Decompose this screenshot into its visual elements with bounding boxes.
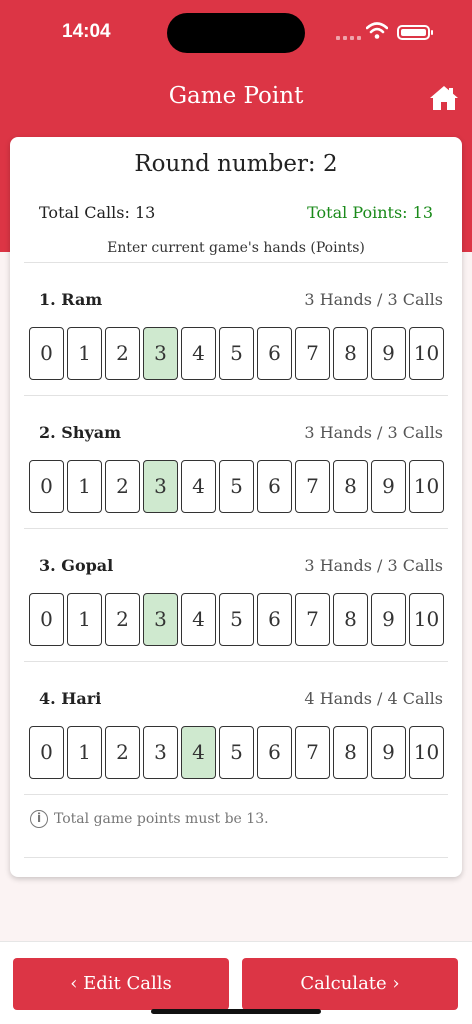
hands-option-2[interactable]: 2 [105,726,140,779]
divider [24,262,448,263]
hands-option-5[interactable]: 5 [219,460,254,513]
hands-option-6[interactable]: 6 [257,726,292,779]
player-hands-calls: 3 Hands / 3 Calls [304,423,443,442]
status-time: 14:04 [62,21,111,42]
divider [24,857,448,858]
hands-option-6[interactable]: 6 [257,593,292,646]
hands-option-9[interactable]: 9 [371,460,406,513]
divider [24,528,448,529]
hands-option-3[interactable]: 3 [143,593,178,646]
hands-option-4[interactable]: 4 [181,593,216,646]
calculate-button[interactable]: Calculate › [242,958,458,1010]
hands-option-6[interactable]: 6 [257,460,292,513]
dynamic-island [167,13,305,53]
status-bar: 14:04 [0,0,472,64]
total-calls: Total Calls: 13 [39,203,156,222]
hands-option-9[interactable]: 9 [371,726,406,779]
hands-option-0[interactable]: 0 [29,726,64,779]
hands-option-1[interactable]: 1 [67,460,102,513]
home-indicator [151,1009,321,1014]
player-name: 3. Gopal [39,556,114,575]
round-number: Round number: 2 [134,151,338,177]
hands-selector: 0 1 2 3 4 5 6 7 8 9 10 [29,327,444,380]
hands-option-4[interactable]: 4 [181,460,216,513]
edit-calls-button[interactable]: ‹ Edit Calls [13,958,229,1010]
battery-icon [397,25,433,40]
hands-option-4[interactable]: 4 [181,327,216,380]
wifi-icon [366,22,388,39]
hands-option-8[interactable]: 8 [333,327,368,380]
instruction-text: Enter current game's hands (Points) [107,240,365,256]
hands-option-8[interactable]: 8 [333,726,368,779]
hands-option-0[interactable]: 0 [29,460,64,513]
info-icon: i [30,810,48,828]
validation-note: i Total game points must be 13. [30,810,269,828]
player-name: 2. Shyam [39,423,122,442]
hands-option-3[interactable]: 3 [143,726,178,779]
hands-option-2[interactable]: 2 [105,327,140,380]
divider [24,794,448,795]
note-text: Total game points must be 13. [54,811,269,827]
hands-option-0[interactable]: 0 [29,327,64,380]
home-icon[interactable] [429,85,459,111]
hands-selector: 0 1 2 3 4 5 6 7 8 9 10 [29,460,444,513]
hands-option-9[interactable]: 9 [371,327,406,380]
round-card: Round number: 2 Total Calls: 13 Total Po… [10,137,462,877]
hands-option-9[interactable]: 9 [371,593,406,646]
hands-option-1[interactable]: 1 [67,593,102,646]
player-hands-calls: 3 Hands / 3 Calls [304,290,443,309]
signal-icon [336,36,361,40]
hands-option-10[interactable]: 10 [409,726,444,779]
hands-option-2[interactable]: 2 [105,460,140,513]
hands-option-5[interactable]: 5 [219,726,254,779]
divider [24,661,448,662]
hands-option-8[interactable]: 8 [333,460,368,513]
hands-option-6[interactable]: 6 [257,327,292,380]
player-name: 1. Ram [39,290,103,309]
player-hands-calls: 3 Hands / 3 Calls [304,556,443,575]
hands-option-3[interactable]: 3 [143,327,178,380]
hands-option-0[interactable]: 0 [29,593,64,646]
hands-option-10[interactable]: 10 [409,460,444,513]
hands-option-2[interactable]: 2 [105,593,140,646]
hands-option-3[interactable]: 3 [143,460,178,513]
divider [24,395,448,396]
hands-option-4[interactable]: 4 [181,726,216,779]
hands-option-8[interactable]: 8 [333,593,368,646]
player-hands-calls: 4 Hands / 4 Calls [304,689,443,708]
hands-selector: 0 1 2 3 4 5 6 7 8 9 10 [29,726,444,779]
hands-option-1[interactable]: 1 [67,327,102,380]
hands-option-1[interactable]: 1 [67,726,102,779]
hands-option-7[interactable]: 7 [295,327,330,380]
total-points: Total Points: 13 [307,203,433,222]
hands-option-10[interactable]: 10 [409,327,444,380]
hands-option-7[interactable]: 7 [295,726,330,779]
player-name: 4. Hari [39,689,102,708]
hands-option-7[interactable]: 7 [295,593,330,646]
app-title: Game Point [168,83,304,109]
hands-option-5[interactable]: 5 [219,327,254,380]
hands-option-5[interactable]: 5 [219,593,254,646]
hands-option-7[interactable]: 7 [295,460,330,513]
hands-selector: 0 1 2 3 4 5 6 7 8 9 10 [29,593,444,646]
hands-option-10[interactable]: 10 [409,593,444,646]
